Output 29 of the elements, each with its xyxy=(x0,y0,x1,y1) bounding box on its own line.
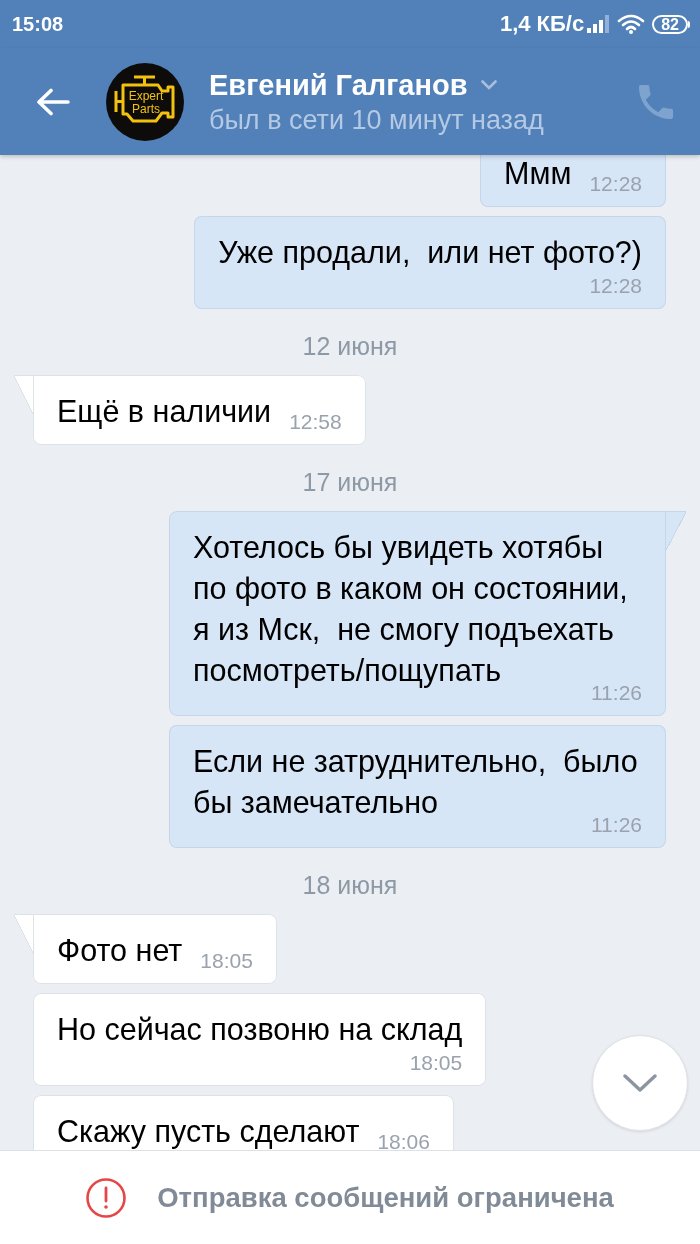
chevron-down-icon[interactable] xyxy=(481,79,498,90)
chevron-down-icon xyxy=(623,1073,657,1093)
message-time: 18:05 xyxy=(200,950,253,972)
message-text: Фото нет xyxy=(57,933,183,967)
message-text: Но сейчас позвоню на склад xyxy=(57,1012,463,1046)
arrow-left-icon xyxy=(36,87,70,116)
date-separator: 12 июня xyxy=(302,332,398,360)
message-time: 12:28 xyxy=(589,173,642,195)
message-text: Ещё в наличии xyxy=(57,394,272,428)
message-text: Скажу пусть сделают xyxy=(57,1114,360,1148)
date-separator: 17 июня xyxy=(302,468,398,496)
message-time: 18:05 xyxy=(409,1052,463,1074)
message-text: Ммм xyxy=(504,156,572,190)
battery-indicator: 82 xyxy=(652,14,690,34)
message-time: 12:28 xyxy=(589,275,642,297)
status-time: 15:08 xyxy=(12,12,64,36)
wifi-icon xyxy=(617,14,646,34)
date-separator: 18 июня xyxy=(302,871,398,899)
contact-name[interactable]: Евгений Галганов xyxy=(209,67,468,102)
signal-icon xyxy=(587,15,612,33)
message-time: 12:58 xyxy=(289,411,342,433)
notice-text: Отправка сообщений ограничена xyxy=(157,1181,614,1214)
back-button[interactable] xyxy=(36,87,70,116)
message-time: 18:06 xyxy=(377,1131,430,1150)
exclamation-circle-icon xyxy=(86,1177,127,1218)
message-text: Уже продали, или нет фото?) xyxy=(218,235,642,269)
network-speed: 1,4 КБ/с xyxy=(499,11,585,37)
last-seen-status: был в сети 10 минут назад xyxy=(209,103,544,136)
logo-text: Expert Parts xyxy=(128,88,164,116)
